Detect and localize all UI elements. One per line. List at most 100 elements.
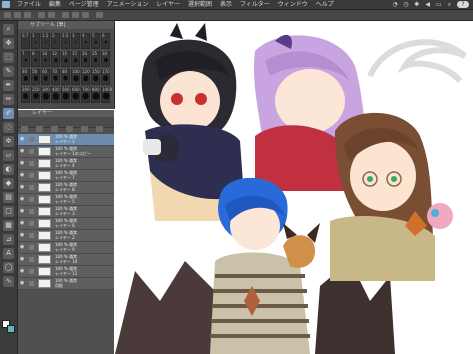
- sub-color-swatch[interactable]: [7, 325, 15, 333]
- brush-size-option[interactable]: 15: [61, 51, 70, 67]
- menu-page[interactable]: ページ管理: [66, 0, 102, 9]
- layer-mask-icon[interactable]: [96, 126, 104, 132]
- menu-filter[interactable]: フィルター: [237, 0, 273, 9]
- snap-icon[interactable]: [96, 12, 103, 18]
- menu-file[interactable]: ファイル: [14, 0, 44, 9]
- visibility-eye-icon[interactable]: ◉: [20, 185, 26, 190]
- brush-size-option[interactable]: 3: [71, 33, 80, 49]
- layer-row[interactable]: ◉ 100 % 通常 レイヤー 8: [18, 182, 114, 194]
- ruler-tool-icon[interactable]: ⊿: [3, 234, 14, 245]
- brush-size-option[interactable]: 400: [51, 87, 60, 103]
- move-tool-icon[interactable]: ✥: [3, 38, 14, 49]
- brush-size-option[interactable]: 170: [101, 69, 110, 85]
- new-layer-icon[interactable]: [51, 126, 59, 132]
- brush-size-option[interactable]: 7: [21, 51, 30, 67]
- brush-size-option[interactable]: 300: [41, 87, 50, 103]
- layer-lock-icon[interactable]: [29, 185, 34, 190]
- layer-row[interactable]: ◉ 100 % 通常 レイヤー 6: [18, 218, 114, 230]
- brush-size-option[interactable]: 120: [81, 69, 90, 85]
- deselect-icon[interactable]: [82, 12, 89, 18]
- layer-row[interactable]: ◉ 100 % 通常 レイヤー 3: [18, 206, 114, 218]
- brush-size-option[interactable]: 80: [61, 69, 70, 85]
- layer-lock-icon[interactable]: [29, 209, 34, 214]
- app-logo-icon[interactable]: [2, 1, 10, 8]
- balloon-tool-icon[interactable]: ◯: [3, 262, 14, 273]
- layer-lock-icon[interactable]: [29, 197, 34, 202]
- brush-size-option[interactable]: 1000: [101, 87, 112, 103]
- pen-tool-icon[interactable]: ✒: [3, 80, 14, 91]
- layer-row[interactable]: ◉ 100 % 通常 レイヤー 2: [18, 230, 114, 242]
- brush-size-option[interactable]: 100: [71, 69, 80, 85]
- volume-icon[interactable]: ◀: [424, 0, 431, 9]
- brush-size-option[interactable]: 250: [31, 87, 40, 103]
- brush-size-option[interactable]: 1: [31, 33, 40, 49]
- zoom-tool-icon[interactable]: ⌕: [3, 24, 14, 35]
- menu-animation[interactable]: アニメーション: [104, 0, 152, 9]
- frame-tool-icon[interactable]: ▦: [3, 220, 14, 231]
- new-file-icon[interactable]: [4, 12, 11, 18]
- brush-size-option[interactable]: 40: [21, 69, 30, 85]
- brush-size-option[interactable]: 2.5: [61, 33, 70, 49]
- layer-row[interactable]: ◉ 100 % 通常 レイヤー 11: [18, 266, 114, 278]
- layer-row[interactable]: ◉ 100 % 通常 レイヤー 5: [18, 194, 114, 206]
- undo-icon[interactable]: [38, 12, 45, 18]
- layer-lock-icon[interactable]: [29, 173, 34, 178]
- select-tool-icon[interactable]: ⬚: [3, 52, 14, 63]
- figure-tool-icon[interactable]: □: [3, 206, 14, 217]
- brush-size-option[interactable]: 30: [101, 51, 110, 67]
- visibility-eye-icon[interactable]: ◉: [20, 149, 26, 154]
- text-tool-icon[interactable]: A: [3, 248, 14, 259]
- brush-size-option[interactable]: 6: [101, 33, 110, 49]
- visibility-eye-icon[interactable]: ◉: [20, 257, 26, 262]
- brush-size-option[interactable]: 5: [91, 33, 100, 49]
- transform-icon[interactable]: [72, 12, 79, 18]
- brush-tool-icon[interactable]: ✐: [3, 108, 14, 119]
- layer-lock-icon[interactable]: [29, 161, 34, 166]
- layer-row[interactable]: ◉ 100 % 通常 レイヤー 7: [18, 170, 114, 182]
- brush-size-option[interactable]: 1.5: [41, 33, 50, 49]
- menu-window[interactable]: ウィンドウ: [275, 0, 311, 9]
- brush-size-option[interactable]: 500: [61, 87, 70, 103]
- brush-size-option[interactable]: 600: [71, 87, 80, 103]
- brush-size-option[interactable]: 150: [91, 69, 100, 85]
- save-icon[interactable]: [24, 12, 31, 18]
- brush-size-option[interactable]: 17: [71, 51, 80, 67]
- layer-lock-icon[interactable]: [29, 281, 34, 286]
- layer-lock-icon[interactable]: [29, 149, 34, 154]
- brush-size-option[interactable]: 20: [81, 51, 90, 67]
- battery-icon[interactable]: ▭: [435, 0, 442, 9]
- layer-lock-icon[interactable]: [29, 221, 34, 226]
- brush-size-option[interactable]: 25: [91, 51, 100, 67]
- brush-size-option[interactable]: 12: [51, 51, 60, 67]
- brush-size-option[interactable]: 700: [81, 87, 90, 103]
- brush-size-option[interactable]: 60: [41, 69, 50, 85]
- menu-edit[interactable]: 編集: [46, 0, 64, 9]
- visibility-eye-icon[interactable]: ◉: [20, 281, 26, 286]
- layer-lock-icon[interactable]: [29, 233, 34, 238]
- layer-row[interactable]: ◉ 100 % 通常 レイヤー 4: [18, 158, 114, 170]
- visibility-eye-icon[interactable]: ◉: [20, 197, 26, 202]
- bluetooth-icon[interactable]: ✱: [413, 0, 420, 9]
- layer-lock-icon[interactable]: [29, 257, 34, 262]
- menu-view[interactable]: 表示: [217, 0, 235, 9]
- brush-size-option[interactable]: 70: [51, 69, 60, 85]
- clear-icon[interactable]: [62, 12, 69, 18]
- brush-size-option[interactable]: 0.7: [21, 33, 30, 49]
- gradient-tool-icon[interactable]: ▤: [3, 192, 14, 203]
- redo-icon[interactable]: [48, 12, 55, 18]
- decoration-tool-icon[interactable]: ✲: [3, 136, 14, 147]
- delete-layer-icon[interactable]: [81, 126, 89, 132]
- clock-icon[interactable]: ◷: [402, 0, 409, 9]
- menu-help[interactable]: ヘルプ: [313, 0, 337, 9]
- pencil-tool-icon[interactable]: ✏: [3, 94, 14, 105]
- visibility-eye-icon[interactable]: ◉: [20, 269, 26, 274]
- drawing-canvas[interactable]: [115, 21, 473, 354]
- correct-line-tool-icon[interactable]: ∿: [3, 276, 14, 287]
- eraser-tool-icon[interactable]: ▱: [3, 150, 14, 161]
- visibility-eye-icon[interactable]: ◉: [20, 233, 26, 238]
- airbrush-tool-icon[interactable]: ◌: [3, 122, 14, 133]
- wifi-icon[interactable]: ◔: [391, 0, 398, 9]
- brush-size-option[interactable]: 200: [21, 87, 30, 103]
- brush-size-option[interactable]: 8: [31, 51, 40, 67]
- layer-row[interactable]: ◉ 100 % 通常 レイヤー 9: [18, 242, 114, 254]
